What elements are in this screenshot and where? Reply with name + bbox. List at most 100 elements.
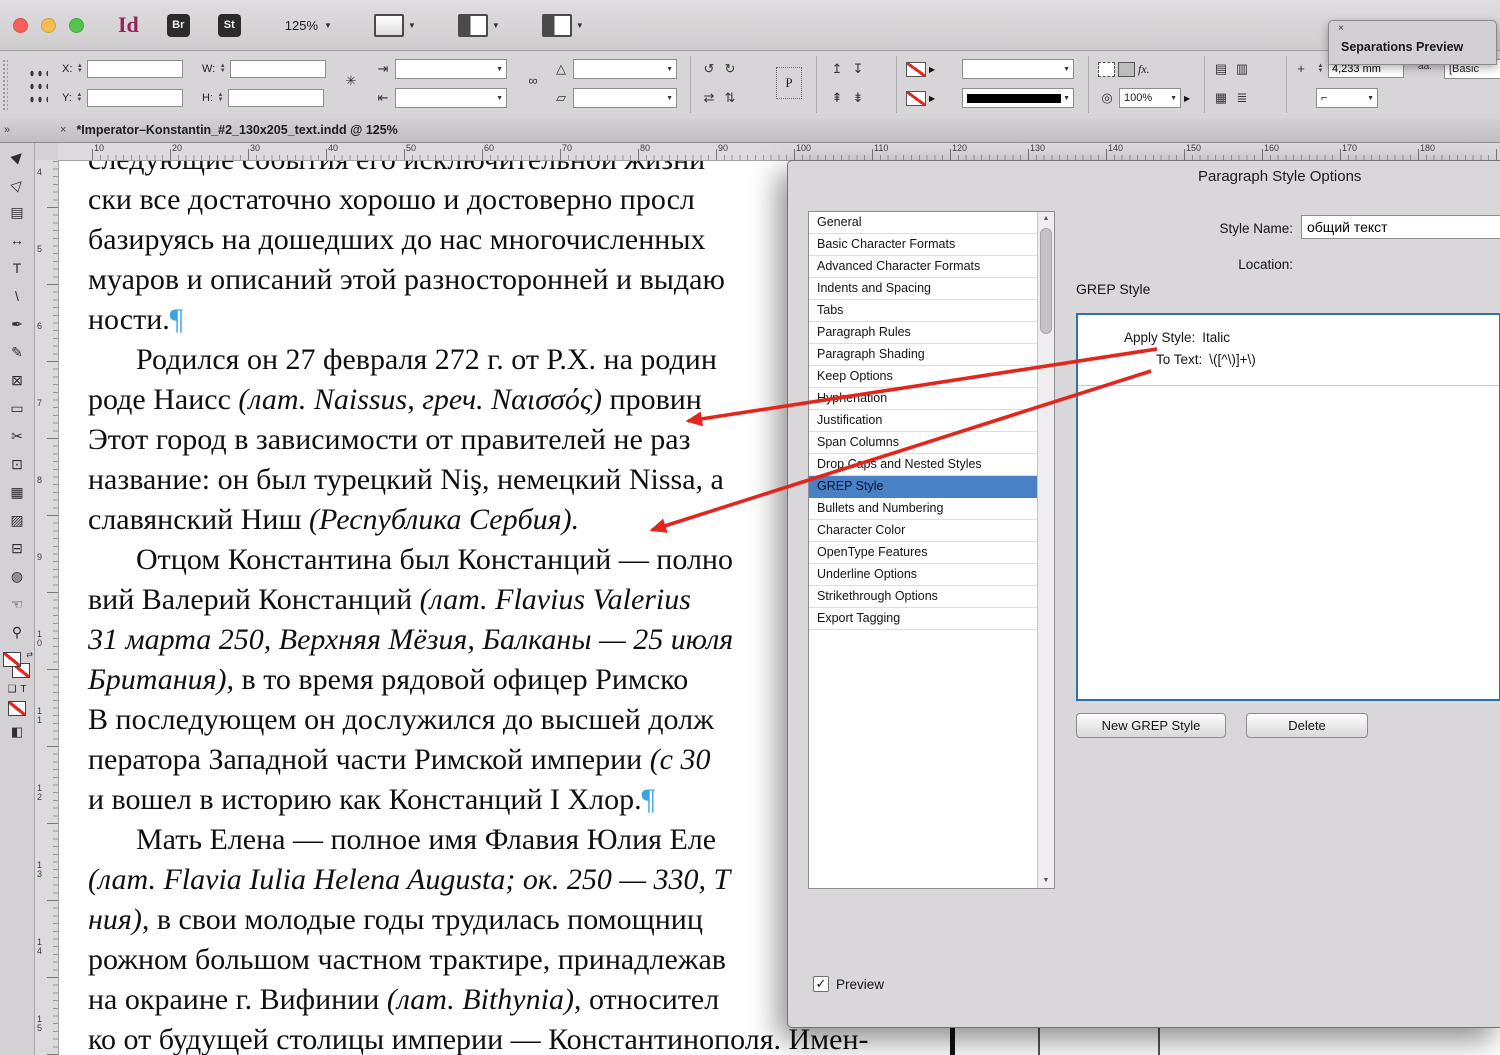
space-after-button[interactable]: ↧ bbox=[849, 61, 867, 77]
stroke-none-swatch[interactable] bbox=[906, 91, 926, 106]
horizontal-ruler[interactable]: 1020304050607080901001101201301401501601… bbox=[58, 142, 1500, 161]
flip-horizontal-button[interactable]: ⇄ bbox=[700, 90, 718, 106]
text-wrap-icon[interactable]: ▦ bbox=[1212, 90, 1230, 106]
zoom-tool[interactable]: ⚲ bbox=[0, 618, 34, 646]
style-category-advanced-character-formats[interactable]: Advanced Character Formats bbox=[809, 256, 1038, 278]
height-stepper[interactable] bbox=[216, 93, 225, 103]
fill-menu-arrow-icon[interactable]: ▶ bbox=[929, 65, 935, 74]
style-category-justification[interactable]: Justification bbox=[809, 410, 1038, 432]
object-effect-icon[interactable] bbox=[1118, 62, 1135, 77]
panel-collapse-icon[interactable]: » bbox=[4, 124, 20, 136]
hand-tool[interactable]: ☜ bbox=[0, 590, 34, 618]
screen-mode-button[interactable]: ◧ bbox=[11, 724, 23, 739]
x-stepper[interactable] bbox=[75, 64, 84, 74]
stroke-menu-arrow-icon[interactable]: ▶ bbox=[929, 94, 935, 103]
line-tool[interactable]: \ bbox=[0, 282, 34, 310]
ruler-origin-box[interactable] bbox=[34, 142, 59, 161]
note-tool[interactable]: ⊟ bbox=[0, 534, 34, 562]
style-category-character-color[interactable]: Character Color bbox=[809, 520, 1038, 542]
zoom-level-dropdown[interactable]: 125% bbox=[285, 18, 332, 33]
view-options-dropdown[interactable] bbox=[374, 14, 416, 37]
baseline-down-button[interactable]: ⇟ bbox=[849, 90, 867, 106]
panel-grip[interactable] bbox=[2, 59, 8, 110]
height-input[interactable] bbox=[228, 89, 324, 107]
scissors-tool[interactable]: ✂ bbox=[0, 422, 34, 450]
separations-preview-title[interactable]: Separations Preview bbox=[1341, 40, 1463, 54]
add-icon[interactable]: + bbox=[1292, 61, 1310, 76]
swap-fill-stroke-icon[interactable]: ⇄ bbox=[26, 650, 33, 659]
category-list-scrollbar[interactable]: ▲ ▼ bbox=[1037, 212, 1054, 888]
formatting-affects-text-button[interactable]: T bbox=[20, 684, 26, 695]
style-category-general[interactable]: General bbox=[809, 212, 1038, 234]
preview-checkbox[interactable]: ✓ bbox=[813, 976, 829, 992]
style-category-paragraph-shading[interactable]: Paragraph Shading bbox=[809, 344, 1038, 366]
stock-button[interactable]: St bbox=[218, 14, 241, 37]
type-tool[interactable]: T bbox=[0, 254, 34, 282]
flip-vertical-button[interactable]: ⇅ bbox=[721, 90, 739, 106]
grep-style-rules-box[interactable]: Apply Style:Italic To Text:\([^\)]+\) bbox=[1076, 313, 1500, 701]
style-category-opentype-features[interactable]: OpenType Features bbox=[809, 542, 1038, 564]
panel-close-icon[interactable]: × bbox=[1338, 23, 1344, 34]
rotate-ccw-button[interactable]: ↺ bbox=[700, 61, 718, 77]
rotation-angle-dropdown[interactable] bbox=[573, 59, 677, 79]
fullscreen-window-button[interactable] bbox=[69, 18, 84, 33]
document-tab-title[interactable]: *Imperator–Konstantin_#2_130x205_text.in… bbox=[76, 123, 397, 137]
gap-tool[interactable]: ↔ bbox=[0, 226, 34, 254]
eyedropper-tool[interactable]: ◍ bbox=[0, 562, 34, 590]
style-category-tabs[interactable]: Tabs bbox=[809, 300, 1038, 322]
style-category-paragraph-rules[interactable]: Paragraph Rules bbox=[809, 322, 1038, 344]
style-category-bullets-and-numbering[interactable]: Bullets and Numbering bbox=[809, 498, 1038, 520]
style-category-keep-options[interactable]: Keep Options bbox=[809, 366, 1038, 388]
style-category-strikethrough-options[interactable]: Strikethrough Options bbox=[809, 586, 1038, 608]
rectangle-tool[interactable]: ▭ bbox=[0, 394, 34, 422]
link-scales-icon[interactable]: ∞ bbox=[524, 73, 542, 88]
x-position-input[interactable] bbox=[87, 60, 183, 78]
width-input[interactable] bbox=[230, 60, 326, 78]
tab-close-icon[interactable]: × bbox=[60, 124, 66, 136]
rotate-cw-button[interactable]: ↻ bbox=[721, 61, 739, 77]
scroll-down-icon[interactable]: ▼ bbox=[1038, 874, 1054, 888]
scale-x-dropdown[interactable] bbox=[395, 59, 507, 79]
free-transform-tool[interactable]: ⊡ bbox=[0, 450, 34, 478]
arrange-documents-dropdown[interactable] bbox=[542, 14, 584, 37]
width-stepper[interactable] bbox=[218, 64, 227, 74]
reference-point-proxy[interactable] bbox=[26, 65, 48, 103]
style-category-drop-caps-and-nested-styles[interactable]: Drop Caps and Nested Styles bbox=[809, 454, 1038, 476]
bridge-button[interactable]: Br bbox=[167, 14, 190, 37]
space-before-button[interactable]: ↥ bbox=[828, 61, 846, 77]
swatch-dropdown[interactable] bbox=[962, 59, 1074, 79]
fill-swatch[interactable] bbox=[3, 652, 21, 667]
shear-angle-dropdown[interactable] bbox=[573, 88, 677, 108]
text-frame-options-icon[interactable]: ▥ bbox=[1233, 61, 1251, 77]
apply-style-value[interactable]: Italic bbox=[1202, 330, 1230, 345]
delete-button[interactable]: Delete bbox=[1246, 713, 1368, 738]
style-category-basic-character-formats[interactable]: Basic Character Formats bbox=[809, 234, 1038, 256]
to-text-value[interactable]: \([^\)]+\) bbox=[1209, 352, 1255, 367]
frame-tool[interactable]: ⊠ bbox=[0, 366, 34, 394]
y-position-input[interactable] bbox=[87, 89, 183, 107]
constrain-proportions-icon[interactable]: ✳ bbox=[342, 73, 360, 89]
no-effect-icon[interactable] bbox=[1098, 62, 1115, 77]
style-category-grep-style[interactable]: GREP Style bbox=[809, 476, 1038, 498]
scrollbar-thumb[interactable] bbox=[1040, 228, 1052, 334]
stroke-type-dropdown[interactable] bbox=[962, 88, 1074, 108]
baseline-up-button[interactable]: ⇞ bbox=[828, 90, 846, 106]
pen-tool[interactable]: ✒ bbox=[0, 310, 34, 338]
align-options-icon[interactable]: ≣ bbox=[1233, 90, 1251, 106]
fx-label[interactable]: fx. bbox=[1138, 62, 1150, 77]
style-category-indents-and-spacing[interactable]: Indents and Spacing bbox=[809, 278, 1038, 300]
grep-rule-row[interactable]: Apply Style:Italic To Text:\([^\)]+\) bbox=[1078, 315, 1499, 386]
style-category-span-columns[interactable]: Span Columns bbox=[809, 432, 1038, 454]
scroll-up-icon[interactable]: ▲ bbox=[1038, 212, 1054, 226]
gradient-feather-tool[interactable]: ▨ bbox=[0, 506, 34, 534]
formatting-affects-container-button[interactable]: ❑ bbox=[7, 684, 16, 695]
screen-mode-dropdown[interactable] bbox=[458, 14, 500, 37]
apply-none-button[interactable] bbox=[8, 701, 26, 716]
text-frame-columns-icon[interactable]: ▤ bbox=[1212, 61, 1230, 77]
new-grep-style-button[interactable]: New GREP Style bbox=[1076, 713, 1226, 738]
style-category-underline-options[interactable]: Underline Options bbox=[809, 564, 1038, 586]
style-category-hyphenation[interactable]: Hyphenation bbox=[809, 388, 1038, 410]
offset-stepper[interactable] bbox=[1316, 64, 1325, 74]
story-direction-button[interactable]: P bbox=[776, 67, 802, 99]
vertical-ruler[interactable]: 456789101112131415 bbox=[34, 160, 59, 1055]
